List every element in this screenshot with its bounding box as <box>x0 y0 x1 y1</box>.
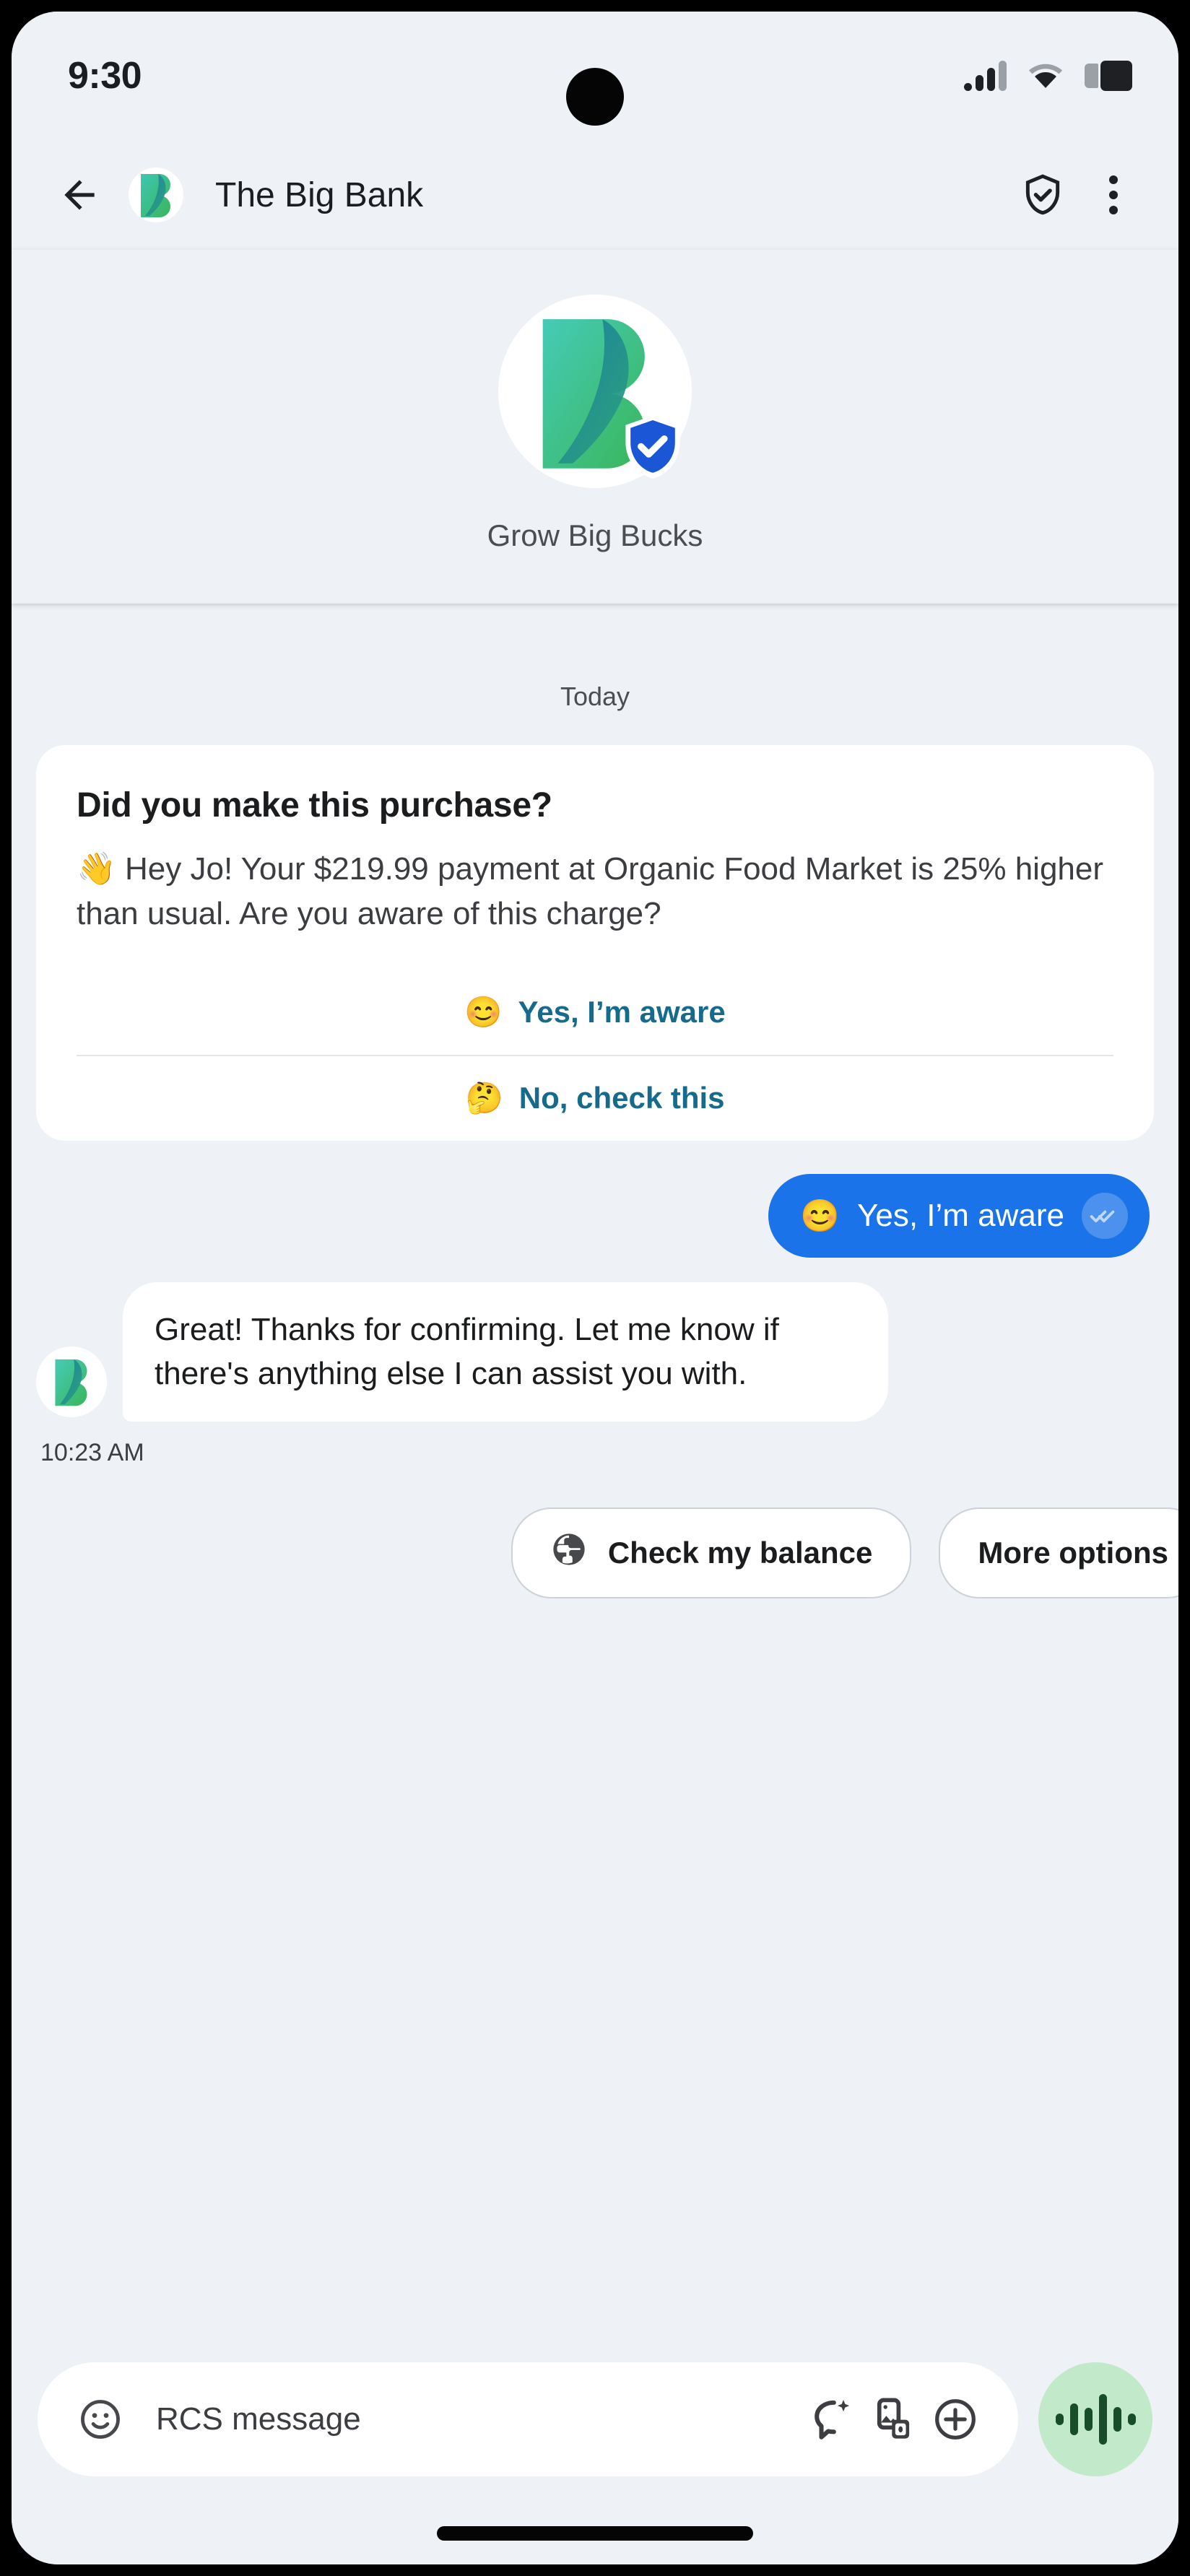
incoming-message-row: Great! Thanks for confirming. Let me kno… <box>12 1258 1178 1422</box>
avatar <box>36 1346 107 1418</box>
message-composer: RCS message <box>12 2332 1178 2502</box>
phone-screen: 9:30 The Big Bank Grow Big Bucks Today D… <box>12 12 1178 2564</box>
chip-more-options-label: More options <box>978 1536 1168 1570</box>
gallery-camera-icon[interactable] <box>862 2388 924 2450</box>
status-bar: 9:30 <box>12 12 1178 140</box>
search-input-placeholder[interactable]: RCS message <box>156 2401 800 2437</box>
navigation-bar <box>12 2502 1178 2564</box>
app-bar-brand-logo <box>129 167 183 222</box>
back-arrow-icon[interactable] <box>52 167 107 222</box>
outgoing-bubble[interactable]: 😊 Yes, I’m aware <box>768 1173 1150 1258</box>
composer-input-field[interactable]: RCS message <box>38 2362 1018 2476</box>
rich-card: Did you make this purchase? 👋 Hey Jo! Yo… <box>36 745 1154 1141</box>
brand-avatar <box>498 295 692 488</box>
rich-card-title: Did you make this purchase? <box>77 786 552 824</box>
battery-icon <box>1085 61 1132 91</box>
reply-yes-aware-label: Yes, I’m aware <box>518 995 726 1030</box>
smiling-face-emoji: 😊 <box>800 1198 841 1234</box>
status-time: 9:30 <box>68 55 142 97</box>
rich-card-body: 👋 Hey Jo! Your $219.99 payment at Organi… <box>77 851 1104 932</box>
day-divider: Today <box>560 682 630 711</box>
status-icons <box>964 59 1132 93</box>
sparkle-chat-icon[interactable] <box>800 2388 862 2450</box>
page-title: The Big Bank <box>215 175 424 214</box>
voice-waveform-icon[interactable] <box>1038 2362 1152 2476</box>
brand-tagline: Grow Big Bucks <box>487 518 703 552</box>
home-gesture-pill[interactable] <box>437 2526 753 2541</box>
brand-header: Grow Big Bucks <box>12 250 1178 604</box>
emoji-smiley-icon[interactable] <box>69 2388 131 2450</box>
app-bar: The Big Bank <box>12 140 1178 250</box>
outgoing-message-text: Yes, I’m aware <box>857 1197 1064 1233</box>
reply-no-check-button[interactable]: 🤔 No, check this <box>77 1054 1113 1141</box>
verified-shield-badge-icon <box>625 415 680 479</box>
chip-check-my-balance-label: Check my balance <box>607 1536 873 1570</box>
rich-card-actions: 😊 Yes, I’m aware 🤔 No, check this <box>77 970 1113 1141</box>
big-bank-logo-icon <box>141 174 170 217</box>
smiling-face-emoji: 😊 <box>464 994 503 1029</box>
reply-no-check-label: No, check this <box>518 1081 725 1115</box>
wifi-icon <box>1027 59 1064 93</box>
message-thread: Today Did you make this purchase? 👋 Hey … <box>12 604 1178 2332</box>
double-check-read-icon <box>1082 1192 1128 1239</box>
plus-circle-icon[interactable] <box>924 2388 986 2450</box>
verified-shield-icon[interactable] <box>1015 167 1070 222</box>
reply-yes-aware-button[interactable]: 😊 Yes, I’m aware <box>77 970 1113 1055</box>
more-vert-icon[interactable] <box>1086 167 1141 222</box>
cellular-signal-icon <box>964 61 1007 91</box>
chip-more-options[interactable]: More options <box>939 1507 1178 1599</box>
big-bank-logo-icon <box>55 1359 87 1406</box>
thinking-face-emoji: 🤔 <box>465 1080 503 1115</box>
chip-check-my-balance[interactable]: Check my balance <box>511 1507 912 1599</box>
globe-icon <box>550 1531 588 1575</box>
front-camera-punch-hole <box>566 68 624 126</box>
incoming-bubble[interactable]: Great! Thanks for confirming. Let me kno… <box>123 1282 888 1422</box>
message-timestamp: 10:23 AM <box>40 1439 144 1467</box>
suggestion-chips: Check my balance More options <box>12 1467 1178 1599</box>
outgoing-message-row: 😊 Yes, I’m aware <box>12 1141 1178 1258</box>
